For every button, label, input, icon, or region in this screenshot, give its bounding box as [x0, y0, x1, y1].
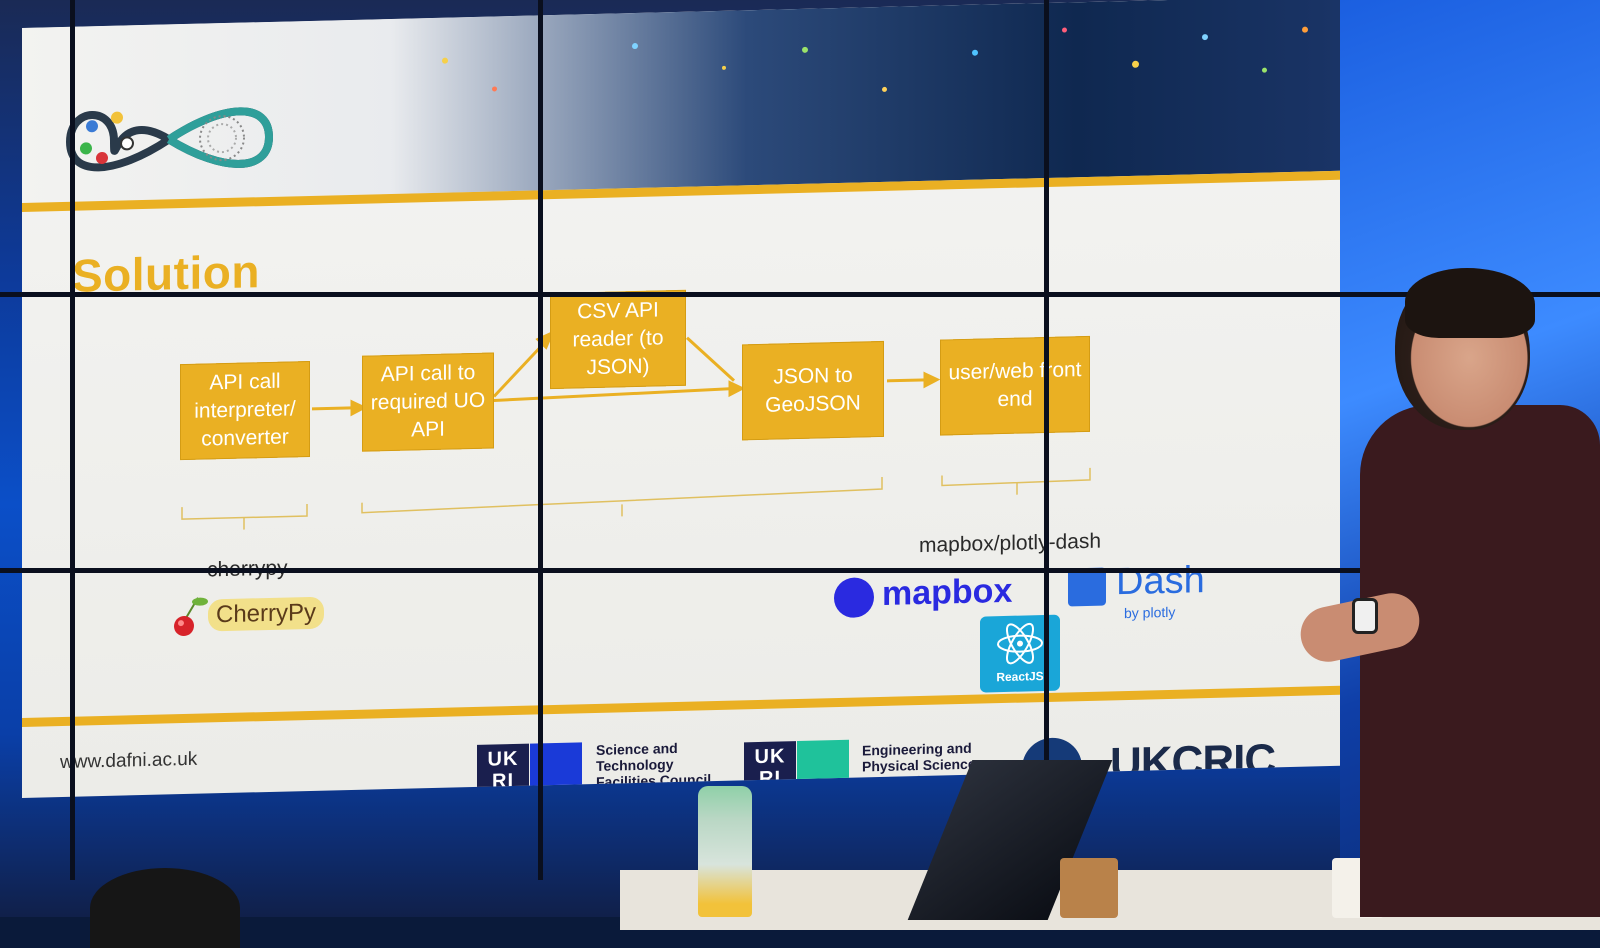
dash-wordmark: Dash — [1116, 559, 1205, 604]
mapbox-logo: mapbox — [834, 571, 1034, 620]
flow-box-json-to-geojson: JSON to GeoJSON — [742, 340, 884, 441]
water-bottle — [698, 786, 752, 917]
mapbox-icon — [834, 577, 874, 619]
wall-bezel — [70, 0, 75, 880]
wall-bezel — [0, 292, 1600, 297]
wall-bezel — [538, 0, 543, 880]
flow-box-user-web-front-end: user/web front end — [940, 335, 1090, 436]
audience-head — [90, 868, 240, 948]
wall-bezel — [1044, 0, 1049, 880]
coffee-cup — [1060, 858, 1118, 918]
dafni-url: www.dafni.ac.uk — [60, 748, 198, 774]
cherry-icon — [174, 597, 208, 637]
flow-box-csv-api-reader: CSV API reader (to JSON) — [550, 289, 686, 390]
wristwatch — [1352, 598, 1378, 634]
projected-slide: Solution API call interpreter/ converter… — [22, 0, 1340, 799]
flow-box-api-call-interpreter: API call interpreter/ converter — [180, 360, 310, 461]
presenter-body — [1360, 405, 1600, 917]
cherrypy-wordmark: CherryPy — [208, 596, 325, 632]
mapbox-dash-caption: mapbox/plotly-dash — [919, 529, 1102, 558]
mapbox-wordmark: mapbox — [882, 571, 1013, 613]
cherrypy-logo: CherryPy — [172, 590, 342, 639]
presenter-hair — [1405, 268, 1535, 338]
flow-box-api-call-uo: API call to required UO API — [362, 352, 494, 452]
dash-icon — [1068, 567, 1106, 607]
dash-byline: by plotly — [1124, 603, 1176, 622]
